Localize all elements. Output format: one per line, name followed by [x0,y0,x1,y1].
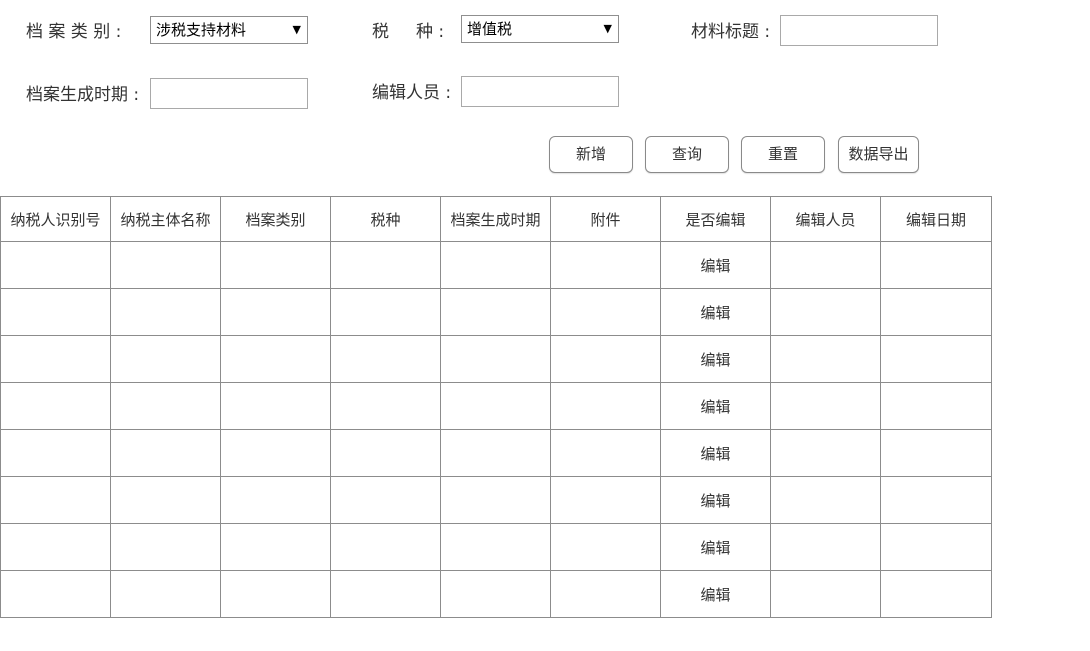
tax-type-label: 税 种 : [372,22,445,42]
table-row: 编辑 [0,382,992,430]
column-header-tax-type: 税种 [330,196,441,242]
column-header-editable: 是否编辑 [660,196,771,242]
add-button[interactable]: 新增 [549,136,633,173]
table-row: 编辑 [0,335,992,383]
column-header-archive-type: 档案类别 [220,196,331,242]
editor-label: 编辑人员 : [372,83,452,103]
table-row: 编辑 [0,429,992,477]
column-header-taxpayer-id: 纳税人识别号 [0,196,111,242]
archive-type-label: 档 案 类 别 : [26,22,122,42]
edit-link[interactable]: 编辑 [700,492,730,510]
edit-link[interactable]: 编辑 [700,398,730,416]
table-row: 编辑 [0,570,992,618]
material-title-label: 材料标题 : [691,22,771,42]
export-button[interactable]: 数据导出 [838,136,919,173]
column-header-archive-date: 档案生成时期 [440,196,551,242]
tax-type-select[interactable]: 增值税 ▼ [461,15,619,43]
archive-type-selected-value: 涉税支持材料 [156,21,247,39]
table-row: 编辑 [0,476,992,524]
editor-input[interactable] [461,76,619,107]
table-row: 编辑 [0,523,992,571]
archive-type-select[interactable]: 涉税支持材料 ▼ [150,16,308,44]
edit-link[interactable]: 编辑 [700,304,730,322]
tax-type-selected-value: 增值税 [467,20,513,38]
edit-link[interactable]: 编辑 [700,445,730,463]
column-header-editor: 编辑人员 [770,196,881,242]
table-row: 编辑 [0,288,992,336]
table-row: 编辑 [0,241,992,289]
dropdown-arrow-icon: ▼ [603,22,612,35]
edit-link[interactable]: 编辑 [700,257,730,275]
column-header-edit-date: 编辑日期 [880,196,992,242]
query-button[interactable]: 查询 [645,136,729,173]
column-header-attachment: 附件 [550,196,661,242]
column-header-taxpayer-name: 纳税主体名称 [110,196,221,242]
archive-date-input[interactable] [150,78,308,109]
dropdown-arrow-icon: ▼ [292,23,301,36]
archive-date-label: 档案生成时期 : [26,85,140,105]
edit-link[interactable]: 编辑 [700,539,730,557]
edit-link[interactable]: 编辑 [700,351,730,369]
archive-table: 纳税人识别号 纳税主体名称 档案类别 税种 档案生成时期 附件 是否编辑 编辑人… [0,196,992,618]
edit-link[interactable]: 编辑 [700,586,730,604]
table-header-row: 纳税人识别号 纳税主体名称 档案类别 税种 档案生成时期 附件 是否编辑 编辑人… [0,196,992,242]
reset-button[interactable]: 重置 [741,136,825,173]
material-title-input[interactable] [780,15,938,46]
